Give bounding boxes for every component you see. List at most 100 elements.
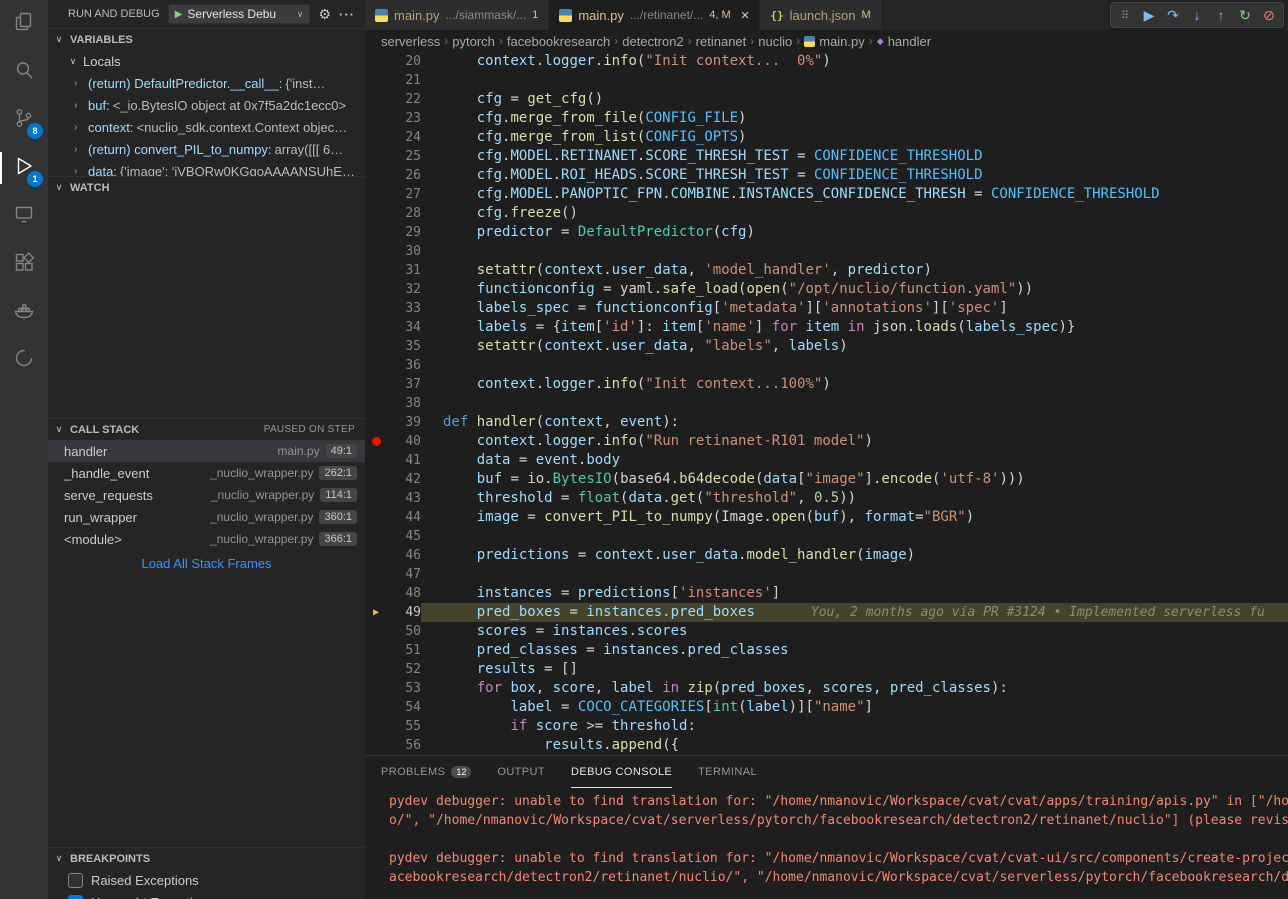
more-actions-icon[interactable]: ··· xyxy=(339,7,355,22)
glyph-margin[interactable] xyxy=(365,413,387,432)
stack-frame-row[interactable]: <module>_nuclio_wrapper.py366:1 xyxy=(48,528,365,550)
activity-item-docker[interactable] xyxy=(0,288,48,336)
breadcrumb-item[interactable]: retinanet xyxy=(696,34,747,49)
code-line-35[interactable]: 35 setattr(context.user_data, "labels", … xyxy=(365,337,1288,356)
breakpoints-section-header[interactable]: ∨ BREAKPOINTS xyxy=(48,847,365,869)
glyph-margin[interactable] xyxy=(365,299,387,318)
breadcrumb-item[interactable]: pytorch xyxy=(452,34,495,49)
watch-section-header[interactable]: ∨ WATCH xyxy=(48,176,365,198)
panel-tab-debug-console[interactable]: DEBUG CONSOLE xyxy=(571,756,672,788)
code-line-38[interactable]: 38 xyxy=(365,394,1288,413)
code-line-49[interactable]: ▶49 pred_boxes = instances.pred_boxesYou… xyxy=(365,603,1288,622)
glyph-margin[interactable] xyxy=(365,242,387,261)
code-line-40[interactable]: 40 context.logger.info("Run retinanet-R1… xyxy=(365,432,1288,451)
close-icon[interactable]: × xyxy=(741,7,750,24)
glyph-margin[interactable] xyxy=(365,451,387,470)
glyph-margin[interactable] xyxy=(365,660,387,679)
code-line-44[interactable]: 44 image = convert_PIL_to_numpy(Image.op… xyxy=(365,508,1288,527)
glyph-margin[interactable] xyxy=(365,318,387,337)
code-line-39[interactable]: 39def handler(context, event): xyxy=(365,413,1288,432)
code-line-52[interactable]: 52 results = [] xyxy=(365,660,1288,679)
glyph-margin[interactable] xyxy=(365,565,387,584)
stack-frame-row[interactable]: _handle_event_nuclio_wrapper.py262:1 xyxy=(48,462,365,484)
code-line-46[interactable]: 46 predictions = context.user_data.model… xyxy=(365,546,1288,565)
glyph-margin[interactable] xyxy=(365,394,387,413)
code-line-45[interactable]: 45 xyxy=(365,527,1288,546)
breakpoint-row[interactable]: Raised Exceptions xyxy=(48,869,365,891)
code-editor[interactable]: 20 context.logger.info("Init context... … xyxy=(365,52,1288,755)
editor-tab-launch.json[interactable]: {}launch.jsonM xyxy=(760,0,881,30)
code-line-25[interactable]: 25 cfg.MODEL.RETINANET.SCORE_THRESH_TEST… xyxy=(365,147,1288,166)
activity-item-live-share[interactable] xyxy=(0,336,48,384)
breadcrumb-item[interactable]: main.py xyxy=(804,34,865,49)
activity-item-run-and-debug[interactable]: 1 xyxy=(0,144,48,192)
breadcrumb-item[interactable]: ◆handler xyxy=(877,34,931,49)
breakpoint-row[interactable]: ✓Uncaught Exceptions xyxy=(48,891,365,899)
restart-button[interactable]: ↻ xyxy=(1233,4,1257,26)
glyph-margin[interactable] xyxy=(365,698,387,717)
code-line-30[interactable]: 30 xyxy=(365,242,1288,261)
glyph-margin[interactable] xyxy=(365,337,387,356)
code-line-43[interactable]: 43 threshold = float(data.get("threshold… xyxy=(365,489,1288,508)
code-line-48[interactable]: 48 instances = predictions['instances'] xyxy=(365,584,1288,603)
code-line-54[interactable]: 54 label = COCO_CATEGORIES[int(label)]["… xyxy=(365,698,1288,717)
breadcrumb-item[interactable]: detectron2 xyxy=(622,34,683,49)
launch-config-dropdown[interactable]: ▶ Serverless Debu ∨ xyxy=(168,4,311,24)
panel-tab-terminal[interactable]: TERMINAL xyxy=(698,756,757,788)
glyph-margin[interactable] xyxy=(365,584,387,603)
glyph-margin[interactable] xyxy=(365,527,387,546)
glyph-margin[interactable] xyxy=(365,71,387,90)
panel-tab-problems[interactable]: PROBLEMS12 xyxy=(381,756,471,788)
code-line-20[interactable]: 20 context.logger.info("Init context... … xyxy=(365,52,1288,71)
step-over-button[interactable]: ↷ xyxy=(1161,4,1185,26)
step-out-button[interactable]: ↑ xyxy=(1209,4,1233,26)
code-line-24[interactable]: 24 cfg.merge_from_list(CONFIG_OPTS) xyxy=(365,128,1288,147)
variables-section-header[interactable]: ∨ VARIABLES xyxy=(48,28,365,50)
glyph-margin[interactable] xyxy=(365,736,387,755)
code-line-34[interactable]: 34 labels = {item['id']: item['name'] fo… xyxy=(365,318,1288,337)
panel-tab-output[interactable]: OUTPUT xyxy=(497,756,545,788)
glyph-margin[interactable] xyxy=(365,185,387,204)
glyph-margin[interactable] xyxy=(365,147,387,166)
variable-row[interactable]: ›(return) convert_PIL_to_numpy: array([[… xyxy=(48,138,365,160)
glyph-margin[interactable] xyxy=(365,489,387,508)
step-into-button[interactable]: ↓ xyxy=(1185,4,1209,26)
code-line-32[interactable]: 32 functionconfig = yaml.safe_load(open(… xyxy=(365,280,1288,299)
load-all-stack-frames-link[interactable]: Load All Stack Frames xyxy=(48,550,365,576)
code-line-56[interactable]: 56 results.append({ xyxy=(365,736,1288,755)
activity-item-extensions[interactable] xyxy=(0,240,48,288)
variable-row[interactable]: ›buf: <_io.BytesIO object at 0x7f5a2dc1e… xyxy=(48,94,365,116)
continue-button[interactable]: ▶ xyxy=(1137,4,1161,26)
disconnect-button[interactable]: ⊘ xyxy=(1257,4,1281,26)
start-debugging-icon[interactable]: ▶ xyxy=(175,9,183,20)
gear-icon[interactable]: ⚙ xyxy=(318,6,331,23)
activity-item-remote-explorer[interactable] xyxy=(0,192,48,240)
glyph-margin[interactable] xyxy=(365,166,387,185)
breadcrumb-item[interactable]: serverless xyxy=(381,34,440,49)
glyph-margin[interactable] xyxy=(365,375,387,394)
editor-tab-main.py[interactable]: main.py.../siammask/...1 xyxy=(365,0,549,30)
glyph-margin[interactable] xyxy=(365,546,387,565)
code-line-33[interactable]: 33 labels_spec = functionconfig['metadat… xyxy=(365,299,1288,318)
stack-frame-row[interactable]: serve_requests_nuclio_wrapper.py114:1 xyxy=(48,484,365,506)
glyph-margin[interactable] xyxy=(365,90,387,109)
variable-row[interactable]: ›data: {'image': 'iVBORw0KGgoAAAANSUhE… xyxy=(48,160,365,176)
code-line-21[interactable]: 21 xyxy=(365,71,1288,90)
glyph-margin[interactable] xyxy=(365,356,387,375)
glyph-margin[interactable] xyxy=(365,641,387,660)
code-line-50[interactable]: 50 scores = instances.scores xyxy=(365,622,1288,641)
glyph-margin[interactable] xyxy=(365,470,387,489)
breadcrumb-item[interactable]: facebookresearch xyxy=(507,34,610,49)
stack-frame-row[interactable]: handlermain.py49:1 xyxy=(48,440,365,462)
glyph-margin[interactable] xyxy=(365,109,387,128)
activity-item-search[interactable] xyxy=(0,48,48,96)
code-line-27[interactable]: 27 cfg.MODEL.PANOPTIC_FPN.COMBINE.INSTAN… xyxy=(365,185,1288,204)
glyph-margin[interactable] xyxy=(365,679,387,698)
glyph-margin[interactable] xyxy=(365,622,387,641)
code-line-53[interactable]: 53 for box, score, label in zip(pred_box… xyxy=(365,679,1288,698)
code-line-28[interactable]: 28 cfg.freeze() xyxy=(365,204,1288,223)
variable-row[interactable]: ›context: <nuclio_sdk.context.Context ob… xyxy=(48,116,365,138)
code-line-26[interactable]: 26 cfg.MODEL.ROI_HEADS.SCORE_THRESH_TEST… xyxy=(365,166,1288,185)
glyph-margin[interactable] xyxy=(365,204,387,223)
code-line-31[interactable]: 31 setattr(context.user_data, 'model_han… xyxy=(365,261,1288,280)
